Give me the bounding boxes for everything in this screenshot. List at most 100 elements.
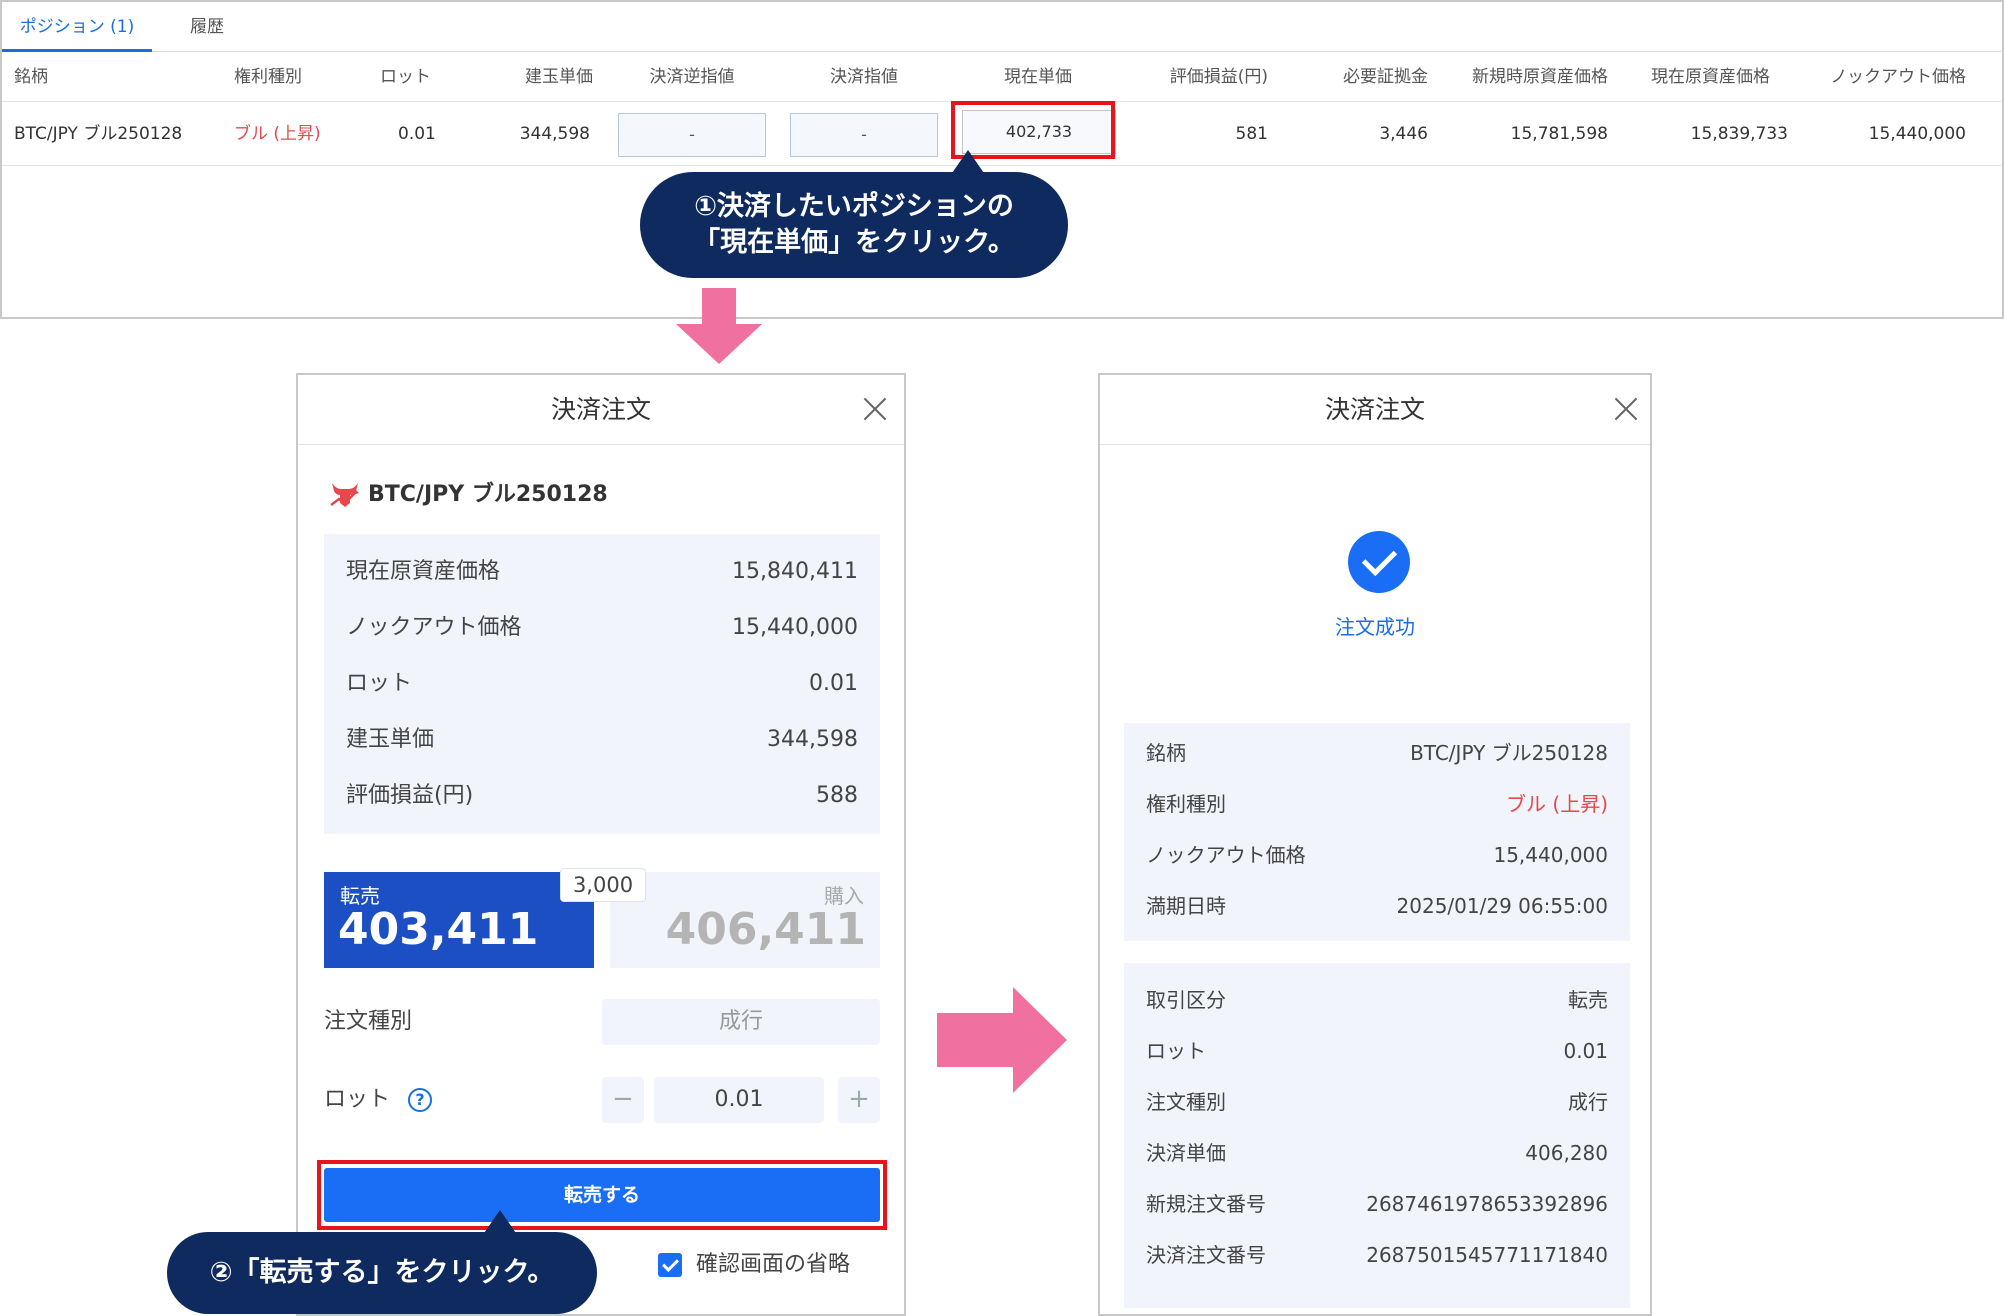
col-header: ロット: [380, 67, 431, 87]
info-row: 建玉単価 344,598: [346, 712, 858, 768]
info-label: ロット: [346, 671, 413, 696]
col-header: 建玉単価: [525, 67, 593, 87]
increment-button[interactable]: +: [838, 1077, 880, 1123]
info-value: BTC/JPY ブル250128: [1410, 741, 1608, 765]
info-row: ロット 0.01: [1146, 1026, 1608, 1077]
info-value: 406,280: [1525, 1141, 1608, 1165]
cell-knockout: 15,440,000: [1868, 124, 1966, 144]
step1-callout: ①決済したいポジションの 「現在単価」をクリック。: [640, 172, 1068, 278]
info-value: 15,840,411: [732, 559, 858, 584]
info-value: 0.01: [809, 671, 858, 696]
sell-price-panel[interactable]: 転売 403,411: [324, 872, 594, 968]
modal-header: 決済注文: [1100, 375, 1650, 445]
info-value: 2025/01/29 06:55:00: [1396, 894, 1608, 918]
col-header: 新規時原資産価格: [1472, 67, 1608, 87]
col-header: 決済逆指値: [649, 67, 735, 87]
close-icon[interactable]: [1614, 397, 1638, 421]
info-value: 成行: [1568, 1090, 1608, 1114]
col-header: 評価損益(円): [1169, 67, 1268, 87]
info-label: ロット: [1146, 1039, 1206, 1063]
skip-confirm-label: 確認画面の省略: [696, 1252, 851, 1277]
bull-icon: [330, 483, 359, 507]
step2-callout: ②「転売する」をクリック。: [167, 1232, 597, 1314]
success-status: 注文成功: [1335, 615, 1415, 639]
info-row: ロット 0.01: [346, 656, 858, 712]
stop-order-field[interactable]: -: [618, 113, 766, 157]
info-label: 現在原資産価格: [346, 559, 501, 584]
cell-pnl: 581: [1235, 124, 1268, 144]
callout-text: 「現在単価」をクリック。: [693, 227, 1015, 258]
info-label: 決済単価: [1146, 1141, 1226, 1165]
help-icon[interactable]: ?: [408, 1088, 432, 1112]
tab-history[interactable]: 履歴: [170, 2, 244, 52]
info-row: 注文種別 成行: [1146, 1077, 1608, 1128]
lot-input[interactable]: 0.01: [654, 1077, 824, 1123]
position-info: 現在原資産価格 15,840,411 ノックアウト価格 15,440,000 ロ…: [324, 534, 880, 834]
info-row: 現在原資産価格 15,840,411: [346, 544, 858, 600]
info-label: 決済注文番号: [1146, 1243, 1266, 1267]
info-label: 建玉単価: [346, 727, 435, 752]
cell-symbol: BTC/JPY ブル250128: [14, 124, 183, 144]
info-value: 344,598: [767, 727, 858, 752]
info-label: 新規注文番号: [1146, 1192, 1266, 1216]
table-header: 銘柄 権利種別 ロット 建玉単価 決済逆指値 決済指値 現在単価 評価損益(円)…: [2, 52, 2002, 102]
info-value: 588: [816, 783, 858, 808]
col-header: 銘柄: [14, 67, 48, 87]
limit-order-field[interactable]: -: [790, 113, 938, 157]
tab-positions[interactable]: ポジション (1): [2, 2, 152, 52]
cell-lot: 0.01: [398, 124, 436, 144]
info-value: 転売: [1568, 988, 1608, 1012]
col-header: ノックアウト価格: [1830, 67, 1966, 87]
info-row: 評価損益(円) 588: [346, 768, 858, 824]
cell-entry-price: 344,598: [519, 124, 590, 144]
info-row: 銘柄 BTC/JPY ブル250128: [1146, 728, 1608, 779]
buy-price: 406,411: [665, 904, 866, 955]
lot-label: ロット: [324, 1087, 391, 1112]
col-header: 権利種別: [234, 67, 302, 87]
order-success-modal: 決済注文 注文成功 銘柄 BTC/JPY ブル250128 権利種別 ブル (上…: [1098, 373, 1652, 1316]
sell-price: 403,411: [338, 904, 539, 955]
info-row: ノックアウト価格 15,440,000: [346, 600, 858, 656]
info-row: 新規注文番号 2687461978653392896: [1146, 1179, 1608, 1230]
info-label: ノックアウト価格: [346, 615, 522, 640]
info-value: 2687461978653392896: [1366, 1192, 1608, 1216]
col-header: 現在原資産価格: [1651, 67, 1770, 87]
info-label: 評価損益(円): [346, 783, 474, 808]
col-header: 決済指値: [830, 67, 898, 87]
info-row: 決済注文番号 2687501545771171840: [1146, 1230, 1608, 1281]
asset-name: BTC/JPY ブル250128: [368, 482, 608, 507]
buy-price-panel[interactable]: 購入 406,411: [610, 872, 880, 968]
order-result-info: 取引区分 転売 ロット 0.01 注文種別 成行 決済単価 406,280 新規…: [1124, 963, 1630, 1308]
modal-header: 決済注文: [298, 375, 904, 445]
check-circle-icon: [1348, 531, 1410, 593]
decrement-button[interactable]: −: [602, 1077, 644, 1123]
order-type-select[interactable]: 成行: [602, 999, 880, 1045]
skip-confirm-checkbox[interactable]: [658, 1253, 682, 1277]
cell-initial-underlying: 15,781,598: [1510, 124, 1608, 144]
close-icon[interactable]: [863, 397, 887, 421]
arrow-down-icon: [676, 288, 762, 364]
highlight-frame: [317, 1160, 887, 1230]
info-label: 満期日時: [1146, 894, 1226, 918]
close-order-modal: 決済注文 BTC/JPY ブル250128 現在原資産価格 15,840,411…: [296, 373, 906, 1316]
cell-type: ブル (上昇): [234, 124, 321, 144]
modal-title: 決済注文: [550, 395, 651, 424]
spread-badge: 3,000: [560, 868, 646, 902]
cell-margin: 3,446: [1379, 124, 1428, 144]
info-label: ノックアウト価格: [1146, 843, 1306, 867]
info-value: 0.01: [1563, 1039, 1608, 1063]
tab-bar: ポジション (1) 履歴: [2, 2, 2002, 52]
info-label: 注文種別: [1146, 1090, 1226, 1114]
lot-row: ロット ? − 0.01 +: [324, 1077, 880, 1123]
col-header: 現在単価: [1004, 67, 1072, 87]
info-value: 2687501545771171840: [1366, 1243, 1608, 1267]
info-row: 満期日時 2025/01/29 06:55:00: [1146, 881, 1608, 932]
info-label: 権利種別: [1146, 792, 1226, 816]
col-header: 必要証拠金: [1343, 67, 1428, 87]
info-row: 決済単価 406,280: [1146, 1128, 1608, 1179]
order-type-label: 注文種別: [324, 1009, 413, 1034]
info-row: ノックアウト価格 15,440,000: [1146, 830, 1608, 881]
modal-title: 決済注文: [1324, 395, 1425, 424]
info-row: 取引区分 転売: [1146, 975, 1608, 1026]
info-label: 取引区分: [1146, 988, 1226, 1012]
